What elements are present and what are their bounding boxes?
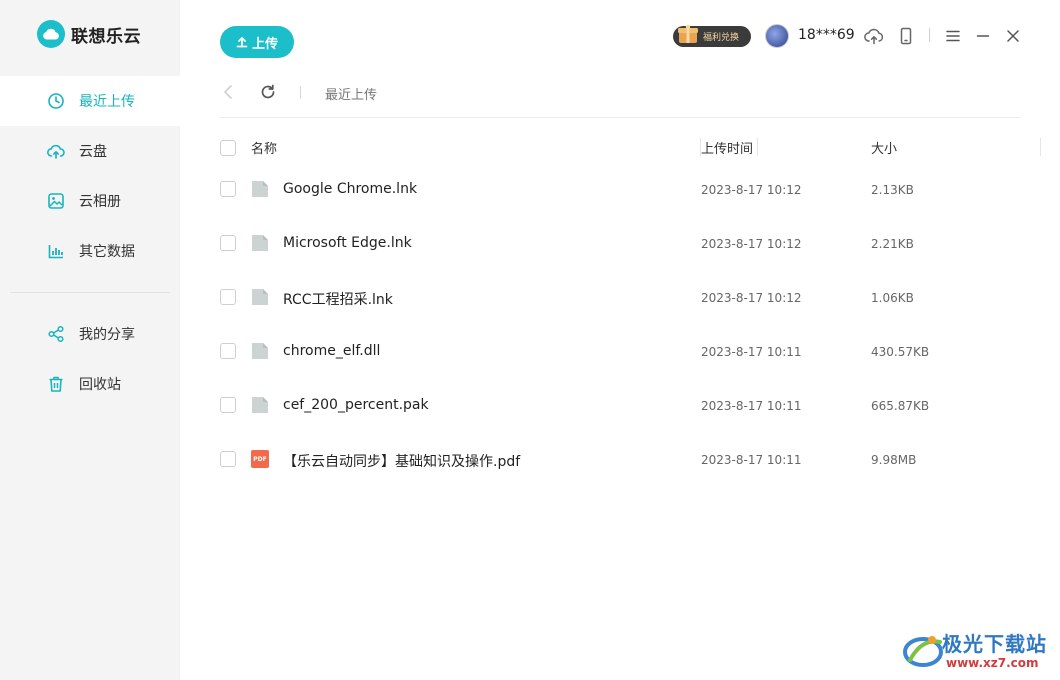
welfare-label: 福利兑换	[703, 33, 740, 43]
file-name[interactable]: chrome_elf.dll	[283, 343, 380, 359]
bar-chart-icon	[47, 242, 65, 260]
column-divider[interactable]	[757, 138, 758, 156]
sidebar-divider	[10, 292, 170, 293]
file-icon	[252, 235, 268, 251]
file-time: 2023-8-17 10:12	[701, 291, 802, 305]
sidebar-item-other-data[interactable]: 其它数据	[0, 226, 180, 276]
user-avatar[interactable]	[765, 24, 789, 48]
file-name[interactable]: 【乐云自动同步】基础知识及操作.pdf	[283, 451, 520, 471]
file-size: 430.57KB	[871, 345, 930, 359]
file-name[interactable]: cef_200_percent.pak	[283, 397, 429, 413]
sidebar-item-recycle-bin[interactable]: 回收站	[0, 359, 180, 409]
file-time: 2023-8-17 10:11	[701, 345, 802, 359]
column-header-upload-time[interactable]: 上传时间	[701, 138, 761, 157]
sidebar-item-label: 我的分享	[79, 327, 135, 343]
file-icon	[252, 289, 268, 305]
watermark: 极光下载站 www.xz7.com	[900, 628, 1055, 674]
breadcrumb-current: 最近上传	[325, 88, 378, 103]
file-size: 2.21KB	[871, 237, 914, 251]
minimize-icon[interactable]	[973, 26, 993, 46]
file-time: 2023-8-17 10:11	[701, 399, 802, 413]
file-name[interactable]: Microsoft Edge.lnk	[283, 235, 412, 251]
welfare-exchange-button[interactable]: 福利兑换	[673, 24, 751, 47]
sidebar: 联想乐云 最近上传 云盘 云相册 其它数据 我的分享 回收站	[0, 0, 180, 680]
row-checkbox[interactable]	[220, 181, 236, 197]
file-size: 9.98MB	[871, 453, 917, 467]
file-size: 1.06KB	[871, 291, 914, 305]
file-time: 2023-8-17 10:11	[701, 453, 802, 467]
column-divider[interactable]	[1040, 138, 1041, 156]
sidebar-item-label: 云盘	[79, 144, 107, 160]
photo-icon	[47, 192, 65, 210]
trash-icon	[47, 375, 65, 393]
sidebar-item-label: 其它数据	[79, 244, 135, 260]
file-name[interactable]: RCC工程招采.lnk	[283, 289, 393, 309]
sidebar-nav-secondary: 我的分享 回收站	[0, 309, 180, 409]
row-checkbox[interactable]	[220, 451, 236, 467]
clock-icon	[47, 92, 65, 110]
sidebar-nav: 最近上传 云盘 云相册 其它数据	[0, 76, 180, 276]
table-row[interactable]: cef_200_percent.pak 2023-8-17 10:11 665.…	[220, 386, 1020, 440]
toolbar-separator	[929, 28, 930, 42]
table-row[interactable]: PDF 【乐云自动同步】基础知识及操作.pdf 2023-8-17 10:11 …	[220, 440, 1020, 494]
file-icon	[252, 181, 268, 197]
select-all-checkbox[interactable]	[220, 140, 236, 156]
table-row[interactable]: RCC工程招采.lnk 2023-8-17 10:12 1.06KB	[220, 278, 1020, 332]
upload-icon	[236, 37, 248, 48]
share-icon	[47, 325, 65, 343]
column-header-name[interactable]: 名称	[251, 138, 277, 157]
table-header: 名称 上传时间 大小	[220, 132, 1041, 162]
cloud-logo-icon	[37, 20, 65, 48]
mobile-phone-icon[interactable]	[896, 26, 916, 46]
sidebar-item-label: 回收站	[79, 377, 121, 393]
sidebar-item-recent-uploads[interactable]: 最近上传	[0, 76, 180, 126]
row-checkbox[interactable]	[220, 397, 236, 413]
file-time: 2023-8-17 10:12	[701, 183, 802, 197]
brand-name: 联想乐云	[71, 26, 141, 47]
sidebar-item-cloud-album[interactable]: 云相册	[0, 176, 180, 226]
pdf-file-icon: PDF	[251, 450, 269, 468]
brand: 联想乐云	[37, 19, 141, 49]
close-icon[interactable]	[1003, 26, 1023, 46]
file-size: 665.87KB	[871, 399, 930, 413]
watermark-title: 极光下载站	[942, 632, 1047, 656]
file-name[interactable]: Google Chrome.lnk	[283, 181, 417, 197]
file-icon	[252, 343, 268, 359]
menu-icon[interactable]	[943, 26, 963, 46]
path-bar: 最近上传	[220, 80, 1020, 118]
table-row[interactable]: chrome_elf.dll 2023-8-17 10:11 430.57KB	[220, 332, 1020, 386]
back-arrow-icon[interactable]	[220, 83, 236, 105]
column-header-size[interactable]: 大小	[871, 138, 897, 157]
transfer-cloud-icon[interactable]	[864, 26, 884, 46]
sidebar-item-my-shares[interactable]: 我的分享	[0, 309, 180, 359]
sidebar-item-cloud-drive[interactable]: 云盘	[0, 126, 180, 176]
refresh-icon[interactable]	[259, 83, 277, 105]
gift-box-icon	[678, 24, 698, 43]
row-checkbox[interactable]	[220, 289, 236, 305]
username[interactable]: 18***69	[798, 27, 855, 43]
file-size: 2.13KB	[871, 183, 914, 197]
upload-button-label: 上传	[251, 35, 278, 51]
file-time: 2023-8-17 10:12	[701, 237, 802, 251]
upload-button[interactable]: 上传	[220, 26, 294, 58]
file-icon	[252, 397, 268, 413]
table-row[interactable]: Google Chrome.lnk 2023-8-17 10:12 2.13KB	[220, 170, 1020, 224]
cloud-upload-icon	[47, 142, 65, 160]
path-separator	[300, 86, 301, 99]
row-checkbox[interactable]	[220, 235, 236, 251]
watermark-url: www.xz7.com	[946, 656, 1039, 670]
row-checkbox[interactable]	[220, 343, 236, 359]
sidebar-item-label: 最近上传	[79, 94, 135, 110]
watermark-logo-icon	[903, 636, 943, 667]
table-row[interactable]: Microsoft Edge.lnk 2023-8-17 10:12 2.21K…	[220, 224, 1020, 278]
sidebar-item-label: 云相册	[79, 194, 121, 210]
